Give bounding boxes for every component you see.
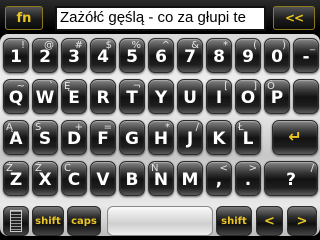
key-m[interactable]: M bbox=[177, 161, 203, 196]
key-label: 5 bbox=[126, 47, 138, 67]
keyboard-app: fn Zażółć gęślą - co za głupi te << ! 1 @… bbox=[0, 0, 320, 240]
right-arrow-key[interactable]: > bbox=[287, 206, 317, 236]
menu-icon bbox=[10, 210, 22, 232]
key-label: 9 bbox=[242, 47, 254, 67]
menu-key[interactable] bbox=[3, 206, 29, 236]
key-label: 1 bbox=[10, 47, 22, 67]
key-5[interactable]: % 5 bbox=[119, 38, 145, 73]
key-1[interactable]: ! 1 bbox=[3, 38, 29, 73]
key-blank[interactable] bbox=[293, 79, 319, 114]
key-label: D bbox=[66, 129, 82, 149]
key-label: H bbox=[153, 129, 169, 149]
key-a[interactable]: ĄA bbox=[3, 120, 29, 155]
key-minus[interactable]: _ - bbox=[293, 38, 319, 73]
key-label: V bbox=[96, 170, 110, 190]
space-bar[interactable] bbox=[107, 206, 213, 236]
key-n[interactable]: ŃN bbox=[148, 161, 174, 196]
key-d[interactable]: + D bbox=[61, 120, 87, 155]
key-8[interactable]: * 8 bbox=[206, 38, 232, 73]
text-input[interactable]: Zażółć gęślą - co za głupi te bbox=[55, 6, 266, 31]
key-label: C bbox=[67, 170, 81, 190]
key-label: M bbox=[181, 170, 199, 190]
key-v[interactable]: V bbox=[90, 161, 116, 196]
key-label: G bbox=[125, 129, 139, 149]
key-l[interactable]: ŁL bbox=[235, 120, 261, 155]
key-3[interactable]: #3 bbox=[61, 38, 87, 73]
key-label: J bbox=[186, 129, 194, 149]
key-label: P bbox=[270, 88, 284, 108]
key-label: B bbox=[125, 170, 139, 190]
key-comma[interactable]: <, bbox=[206, 161, 232, 196]
key-u[interactable]: U bbox=[177, 79, 203, 114]
key-question[interactable]: /? bbox=[264, 161, 318, 196]
key-9[interactable]: (9 bbox=[235, 38, 261, 73]
shift-right-key[interactable]: shift bbox=[216, 206, 252, 236]
key-label: S bbox=[38, 129, 52, 149]
key-label: 8 bbox=[213, 47, 225, 67]
key-label: K bbox=[212, 129, 226, 149]
key-label: O bbox=[240, 88, 256, 108]
backspace-button[interactable]: << bbox=[273, 6, 315, 30]
key-h[interactable]: * H bbox=[148, 120, 174, 155]
key-b[interactable]: B bbox=[119, 161, 145, 196]
key-label: X bbox=[38, 170, 52, 190]
key-label: U bbox=[183, 88, 197, 108]
key-label: W bbox=[35, 88, 55, 108]
key-label: L bbox=[242, 129, 254, 149]
key-label: 2 bbox=[39, 47, 51, 67]
key-c[interactable]: ĆC bbox=[61, 161, 87, 196]
key-label: 7 bbox=[184, 47, 196, 67]
key-f[interactable]: = F bbox=[90, 120, 116, 155]
key-w[interactable]: ` W bbox=[32, 79, 58, 114]
key-y[interactable]: Y bbox=[148, 79, 174, 114]
fn-button[interactable]: fn bbox=[5, 6, 43, 30]
key-7[interactable]: & 7 bbox=[177, 38, 203, 73]
key-s[interactable]: ŚS bbox=[32, 120, 58, 155]
key-label: . bbox=[244, 170, 252, 190]
key-label: 4 bbox=[97, 47, 109, 67]
key-label: 6 bbox=[155, 47, 167, 67]
key-j[interactable]: / J bbox=[177, 120, 203, 155]
key-label: I bbox=[215, 88, 223, 108]
key-label: E bbox=[68, 88, 80, 108]
key-label: Q bbox=[8, 88, 24, 108]
key-label: Z bbox=[9, 170, 23, 190]
key-0[interactable]: ) 0 bbox=[264, 38, 290, 73]
key-o[interactable]: ] O bbox=[235, 79, 261, 114]
key-label: 3 bbox=[68, 47, 80, 67]
key-2[interactable]: @2 bbox=[32, 38, 58, 73]
key-label: ? bbox=[286, 170, 296, 190]
key-r[interactable]: R bbox=[90, 79, 116, 114]
key-p[interactable]: ÓP bbox=[264, 79, 290, 114]
key-label: A bbox=[9, 129, 23, 149]
key-x[interactable]: ŹX bbox=[32, 161, 58, 196]
left-arrow-key[interactable]: < bbox=[256, 206, 283, 236]
key-period[interactable]: >. bbox=[235, 161, 261, 196]
key-6[interactable]: ^ 6 bbox=[148, 38, 174, 73]
key-g[interactable]: G bbox=[119, 120, 145, 155]
key-label: - bbox=[302, 47, 310, 67]
key-label: Y bbox=[154, 88, 168, 108]
key-label: 0 bbox=[271, 47, 283, 67]
shift-left-key[interactable]: shift bbox=[32, 206, 64, 236]
key-label: N bbox=[153, 170, 169, 190]
key-e[interactable]: ĘE bbox=[61, 79, 87, 114]
key-label: , bbox=[215, 170, 223, 190]
key-z[interactable]: ŻZ bbox=[3, 161, 29, 196]
caps-key[interactable]: caps bbox=[67, 206, 101, 236]
key-k[interactable]: K bbox=[206, 120, 232, 155]
key-i[interactable]: [I bbox=[206, 79, 232, 114]
key-label: R bbox=[96, 88, 110, 108]
key-q[interactable]: ~ Q bbox=[3, 79, 29, 114]
key-label: F bbox=[97, 129, 109, 149]
key-label: T bbox=[126, 88, 138, 108]
key-t[interactable]: ¬ T bbox=[119, 79, 145, 114]
enter-key[interactable]: ↵ bbox=[272, 120, 318, 155]
enter-arrow-icon: ↵ bbox=[288, 127, 302, 146]
key-4[interactable]: $4 bbox=[90, 38, 116, 73]
